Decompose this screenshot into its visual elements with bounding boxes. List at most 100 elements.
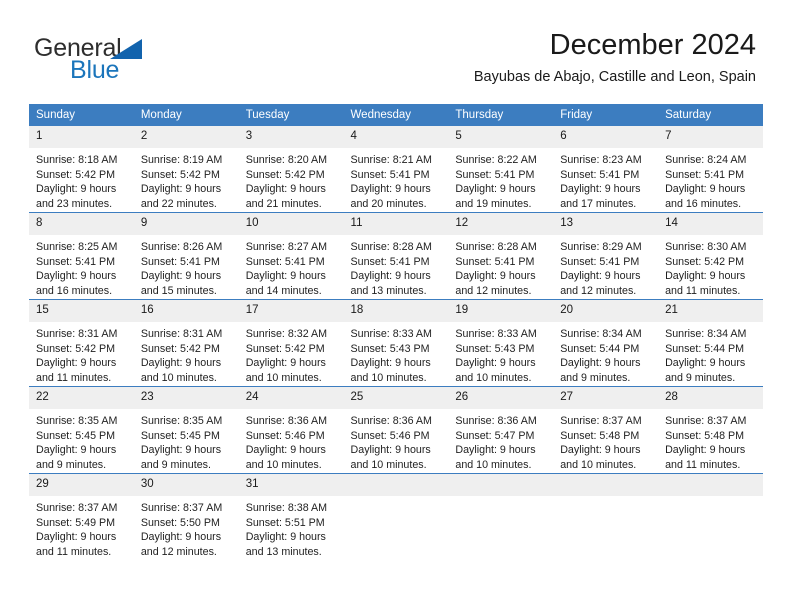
daylight-text-line2: and 9 minutes. bbox=[140, 458, 211, 471]
calendar-day-cell[interactable]: 6 Sunrise: 8:23 AM Sunset: 5:41 PM Daylight… bbox=[553, 126, 659, 213]
calendar-body: 1 Sunrise: 8:18 AM Sunset: 5:42 PM Daylight… bbox=[29, 126, 763, 560]
calendar-day-cell[interactable]: 28 Sunrise: 8:37 AM Sunset: 5:48 PM Dayligh… bbox=[658, 386, 763, 474]
day-number bbox=[448, 474, 554, 496]
calendar-day-cell[interactable]: 27 Sunrise: 8:37 AM Sunset: 5:48 PM Dayligh… bbox=[553, 386, 659, 474]
calendar-week-row: 1 Sunrise: 8:18 AM Sunset: 5:42 PM Daylight… bbox=[29, 126, 763, 213]
calendar-week-row: 29 Sunrise: 8:37 AM Sunset: 5:49 PM Dayligh… bbox=[29, 473, 763, 560]
calendar-day-cell[interactable]: 4 Sunrise: 8:21 AM Sunset: 5:41 PM Daylight… bbox=[343, 126, 449, 213]
day-details: Sunrise: 8:29 AM Sunset: 5:41 PM Daylight:… bbox=[553, 235, 658, 298]
day-number: 23 bbox=[133, 387, 239, 409]
sunset-text: Sunset: 5:48 PM bbox=[665, 429, 745, 442]
sunset-text: Sunset: 5:41 PM bbox=[560, 255, 640, 268]
sunrise-text: Sunrise: 8:25 AM bbox=[36, 241, 118, 253]
sunset-text: Sunset: 5:42 PM bbox=[36, 168, 116, 181]
calendar-day-cell[interactable]: 18 Sunrise: 8:33 AM Sunset: 5:43 PM Dayligh… bbox=[343, 299, 449, 387]
calendar-day-cell[interactable]: 19 Sunrise: 8:33 AM Sunset: 5:43 PM Dayligh… bbox=[448, 299, 554, 387]
day-number bbox=[343, 474, 449, 496]
day-details: Sunrise: 8:20 AM Sunset: 5:42 PM Daylight:… bbox=[239, 148, 344, 211]
daylight-text-line2: and 13 minutes. bbox=[245, 545, 322, 558]
daylight-text-line1: Daylight: 9 hours bbox=[36, 531, 117, 544]
daylight-text-line2: and 12 minutes. bbox=[455, 284, 532, 297]
daylight-text-line2: and 10 minutes. bbox=[455, 371, 532, 384]
daylight-text-line1: Daylight: 9 hours bbox=[560, 183, 641, 196]
daylight-text-line1: Daylight: 9 hours bbox=[245, 357, 326, 370]
title-block: December 2024 Bayubas de Abajo, Castille… bbox=[474, 28, 756, 86]
sunset-text: Sunset: 5:42 PM bbox=[140, 342, 220, 355]
sunrise-text: Sunrise: 8:38 AM bbox=[245, 502, 328, 514]
calendar-day-cell[interactable]: 9 Sunrise: 8:26 AM Sunset: 5:41 PM Daylight… bbox=[133, 212, 239, 300]
day-number: 4 bbox=[343, 126, 449, 148]
day-number: 31 bbox=[238, 474, 344, 496]
daylight-text-line2: and 21 minutes. bbox=[245, 197, 322, 210]
calendar-day-cell[interactable]: 7 Sunrise: 8:24 AM Sunset: 5:41 PM Daylight… bbox=[658, 126, 763, 213]
calendar-day-cell[interactable]: 5 Sunrise: 8:22 AM Sunset: 5:41 PM Daylight… bbox=[448, 126, 554, 213]
day-details: Sunrise: 8:18 AM Sunset: 5:42 PM Daylight:… bbox=[29, 148, 134, 211]
daylight-text-line1: Daylight: 9 hours bbox=[140, 444, 222, 457]
day-details: Sunrise: 8:34 AM Sunset: 5:44 PM Daylight:… bbox=[658, 322, 763, 385]
weekday-header-wednesday: Wednesday bbox=[343, 104, 449, 126]
day-number: 12 bbox=[448, 213, 554, 235]
weekday-header-thursday: Thursday bbox=[448, 104, 554, 126]
calendar-day-cell[interactable]: 14 Sunrise: 8:30 AM Sunset: 5:42 PM Dayligh… bbox=[658, 212, 763, 300]
calendar-day-cell[interactable]: 23 Sunrise: 8:35 AM Sunset: 5:45 PM Dayligh… bbox=[133, 386, 239, 474]
calendar-day-cell[interactable]: 29 Sunrise: 8:37 AM Sunset: 5:49 PM Dayligh… bbox=[29, 473, 134, 560]
daylight-text-line1: Daylight: 9 hours bbox=[560, 357, 641, 370]
calendar-day-cell[interactable]: 10 Sunrise: 8:27 AM Sunset: 5:41 PM Dayligh… bbox=[238, 212, 344, 300]
day-details: Sunrise: 8:37 AM Sunset: 5:48 PM Daylight:… bbox=[658, 409, 763, 472]
daylight-text-line1: Daylight: 9 hours bbox=[36, 183, 117, 196]
calendar-day-cell[interactable]: 2 Sunrise: 8:19 AM Sunset: 5:42 PM Daylight… bbox=[133, 126, 239, 213]
daylight-text-line2: and 11 minutes. bbox=[665, 284, 741, 297]
daylight-text-line2: and 10 minutes. bbox=[140, 371, 217, 384]
day-number: 16 bbox=[133, 300, 239, 322]
day-details: Sunrise: 8:31 AM Sunset: 5:42 PM Daylight:… bbox=[134, 322, 239, 385]
calendar-day-cell[interactable]: 16 Sunrise: 8:31 AM Sunset: 5:42 PM Dayligh… bbox=[133, 299, 239, 387]
sunrise-text: Sunrise: 8:36 AM bbox=[245, 415, 328, 427]
daylight-text-line1: Daylight: 9 hours bbox=[665, 444, 746, 457]
sunrise-text: Sunrise: 8:34 AM bbox=[560, 328, 642, 340]
calendar-day-cell[interactable]: 8 Sunrise: 8:25 AM Sunset: 5:41 PM Daylight… bbox=[29, 212, 134, 300]
sunrise-text: Sunrise: 8:31 AM bbox=[140, 328, 223, 340]
logo-text-blue: Blue bbox=[70, 56, 120, 84]
calendar-day-cell[interactable]: 1 Sunrise: 8:18 AM Sunset: 5:42 PM Daylight… bbox=[29, 126, 134, 213]
day-number: 17 bbox=[238, 300, 344, 322]
sunset-text: Sunset: 5:48 PM bbox=[560, 429, 640, 442]
calendar-day-cell[interactable]: 26 Sunrise: 8:36 AM Sunset: 5:47 PM Dayligh… bbox=[448, 386, 554, 474]
calendar-table: Sunday Monday Tuesday Wednesday Thursday… bbox=[29, 104, 763, 560]
daylight-text-line2: and 13 minutes. bbox=[350, 284, 427, 297]
daylight-text-line1: Daylight: 9 hours bbox=[245, 444, 326, 457]
daylight-text-line2: and 12 minutes. bbox=[140, 545, 217, 558]
calendar-day-cell[interactable]: 17 Sunrise: 8:32 AM Sunset: 5:42 PM Dayligh… bbox=[238, 299, 344, 387]
daylight-text-line1: Daylight: 9 hours bbox=[36, 444, 117, 457]
calendar-day-cell[interactable]: 12 Sunrise: 8:28 AM Sunset: 5:41 PM Dayligh… bbox=[448, 212, 554, 300]
calendar-day-cell[interactable]: 15 Sunrise: 8:31 AM Sunset: 5:42 PM Dayligh… bbox=[29, 299, 134, 387]
day-details: Sunrise: 8:21 AM Sunset: 5:41 PM Daylight:… bbox=[344, 148, 449, 211]
sunset-text: Sunset: 5:45 PM bbox=[36, 429, 116, 442]
calendar-day-cell[interactable]: 11 Sunrise: 8:28 AM Sunset: 5:41 PM Dayligh… bbox=[343, 212, 449, 300]
daylight-text-line2: and 9 minutes. bbox=[36, 458, 107, 471]
calendar-day-cell-empty bbox=[658, 473, 763, 560]
calendar-day-cell[interactable]: 21 Sunrise: 8:34 AM Sunset: 5:44 PM Dayligh… bbox=[658, 299, 763, 387]
calendar-grid: Sunday Monday Tuesday Wednesday Thursday… bbox=[29, 104, 763, 560]
sunset-text: Sunset: 5:42 PM bbox=[245, 342, 325, 355]
calendar-day-cell[interactable]: 24 Sunrise: 8:36 AM Sunset: 5:46 PM Dayligh… bbox=[238, 386, 344, 474]
calendar-day-cell[interactable]: 30 Sunrise: 8:37 AM Sunset: 5:50 PM Dayligh… bbox=[133, 473, 239, 560]
day-details: Sunrise: 8:38 AM Sunset: 5:51 PM Daylight:… bbox=[239, 496, 344, 559]
daylight-text-line1: Daylight: 9 hours bbox=[140, 270, 222, 283]
day-number: 6 bbox=[553, 126, 659, 148]
calendar-day-cell[interactable]: 3 Sunrise: 8:20 AM Sunset: 5:42 PM Daylight… bbox=[238, 126, 344, 213]
sunrise-text: Sunrise: 8:36 AM bbox=[350, 415, 432, 427]
calendar-day-cell-empty bbox=[343, 473, 449, 560]
calendar-day-cell[interactable]: 22 Sunrise: 8:35 AM Sunset: 5:45 PM Dayligh… bbox=[29, 386, 134, 474]
general-blue-logo[interactable]: General Blue bbox=[34, 34, 244, 86]
day-number: 5 bbox=[448, 126, 554, 148]
calendar-day-cell[interactable]: 13 Sunrise: 8:29 AM Sunset: 5:41 PM Dayligh… bbox=[553, 212, 659, 300]
daylight-text-line1: Daylight: 9 hours bbox=[36, 270, 117, 283]
day-number: 7 bbox=[658, 126, 763, 148]
day-number: 1 bbox=[29, 126, 134, 148]
calendar-day-cell[interactable]: 20 Sunrise: 8:34 AM Sunset: 5:44 PM Dayligh… bbox=[553, 299, 659, 387]
sunrise-text: Sunrise: 8:31 AM bbox=[36, 328, 118, 340]
daylight-text-line1: Daylight: 9 hours bbox=[245, 531, 326, 544]
calendar-day-cell[interactable]: 31 Sunrise: 8:38 AM Sunset: 5:51 PM Dayligh… bbox=[238, 473, 344, 560]
calendar-day-cell[interactable]: 25 Sunrise: 8:36 AM Sunset: 5:46 PM Dayligh… bbox=[343, 386, 449, 474]
daylight-text-line1: Daylight: 9 hours bbox=[665, 270, 746, 283]
